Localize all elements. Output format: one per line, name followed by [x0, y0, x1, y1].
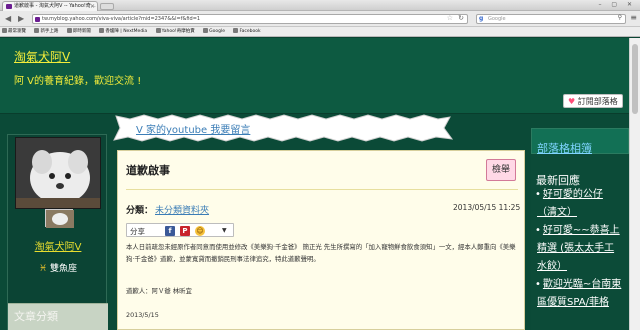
bookmark-icon	[34, 28, 40, 33]
latest-comments-list: • 好可愛的公仔 （清文） • 好可愛~~恭喜上 精選 (張太太手工 水餃） • 歡迎光臨~…	[531, 186, 629, 312]
report-button[interactable]: 檢舉	[486, 159, 516, 181]
post-body: 本人日前疏忽未經原作者同意而使用並修改《美樂狗‧千金爸》 簡正光 先生所撰寫的「…	[126, 243, 516, 263]
bookmark-item[interactable]: 香爐陣 | NextMedia	[99, 27, 147, 36]
yahoo-favicon-icon	[6, 4, 12, 9]
page-scrollbar[interactable]	[629, 38, 640, 330]
emoji-icon[interactable]: ☺	[195, 226, 205, 236]
close-tab-icon[interactable]: ×	[90, 2, 95, 11]
subscribe-button[interactable]: ♥ 訂閱部落格	[563, 94, 623, 108]
post-footer-date: 2013/5/15	[126, 311, 159, 319]
nickname-link[interactable]: 淘氣犬阿V	[8, 238, 108, 253]
bookmarks-toolbar: 最常瀏覽 新手上路 即時新聞 香爐陣 | NextMedia Yahoo!奇摩拍…	[0, 27, 640, 37]
list-item[interactable]: • 歡迎光臨~台南東 區優質SPA/菲格	[531, 276, 629, 312]
url-bar[interactable]: tw.myblog.yahoo.com/viva-viva/article?mi…	[32, 14, 468, 24]
bookmark-item[interactable]: 最常瀏覽	[2, 27, 26, 36]
youtube-banner[interactable]: V 家的youtube 我要留言	[110, 114, 455, 142]
post-date: 2013/05/15 11:25	[453, 203, 521, 212]
bookmark-item[interactable]: Facebook	[233, 27, 261, 36]
dog-photo-icon	[16, 138, 100, 208]
back-arrow-icon[interactable]: ◀	[5, 14, 11, 23]
reload-icon[interactable]: ↻	[458, 15, 464, 22]
blog-page: 淘氣犬阿V 阿 V的養育紀錄，歡迎交流 ! ♥ 訂閱部落格 V 家的youtub…	[0, 38, 629, 330]
bookmark-icon	[203, 28, 209, 33]
subscribe-label: 訂閱部落格	[577, 97, 618, 106]
category-label: 分類：	[126, 206, 154, 216]
blog-header: 淘氣犬阿V 阿 V的養育紀錄，歡迎交流 ! ♥ 訂閱部落格	[0, 38, 629, 114]
url-text: tw.myblog.yahoo.com/viva-viva/article?mi…	[42, 16, 201, 22]
navigation-toolbar: ◀ ▶ tw.myblog.yahoo.com/viva-viva/articl…	[0, 11, 640, 27]
browser-titlebar: 道歉啟事 - 淘氣犬阿V -- Yahoo!奇... × – ▢ ✕	[0, 0, 640, 11]
bookmark-icon	[99, 28, 105, 33]
bookmark-item[interactable]: 即時新聞	[66, 27, 91, 36]
post-title: 道歉啟事	[126, 164, 170, 177]
bookmark-icon	[66, 28, 72, 33]
divider	[126, 189, 518, 190]
zodiac-label: ♓ 雙魚座	[39, 264, 77, 274]
window-controls[interactable]: – ▢ ✕	[598, 1, 636, 8]
bookmark-item[interactable]: 新手上路	[34, 27, 58, 36]
bookmark-icon	[233, 28, 239, 33]
banner-link[interactable]: V 家的youtube 我要留言	[136, 121, 250, 136]
profile-thumbnail[interactable]	[45, 209, 74, 228]
album-link[interactable]: 部落格相簿	[531, 128, 629, 155]
site-identity-icon[interactable]	[35, 17, 40, 22]
bookmark-icon	[2, 28, 7, 33]
google-icon: g	[479, 15, 484, 22]
search-icon[interactable]: ⚲	[618, 14, 622, 22]
scrollbar-thumb[interactable]	[632, 44, 638, 114]
tab-title: 道歉啟事 - 淘氣犬阿V -- Yahoo!奇...	[14, 3, 96, 9]
menu-icon[interactable]: ≡	[630, 13, 637, 22]
pisces-icon: ♓	[39, 264, 48, 274]
blog-title-link[interactable]: 淘氣犬阿V	[14, 48, 70, 65]
right-sidebar: 部落格相簿 最新回應 • 好可愛的公仔 （清文） • 好可愛~~恭喜上 精選 (張太太手…	[531, 128, 629, 330]
bookmark-item[interactable]: Yahoo!奇摩拍賣	[155, 27, 195, 36]
share-label: 分享	[130, 227, 145, 236]
list-item[interactable]: • 好可愛~~恭喜上 精選 (張太太手工 水餃）	[531, 222, 629, 276]
share-widget[interactable]: 分享 f P ☺ ▼	[126, 223, 234, 237]
facebook-icon[interactable]: f	[165, 226, 175, 236]
forward-arrow-icon[interactable]: ▶	[18, 14, 24, 23]
blog-subtitle: 阿 V的養育紀錄，歡迎交流 !	[14, 76, 142, 87]
profile-photo[interactable]	[15, 137, 101, 209]
article-categories-heading: 文章分類	[8, 303, 108, 330]
bookmark-star-icon[interactable]: ☆	[447, 15, 453, 22]
post-signature: 道歉人：阿Ｖ爺 林昕宜	[126, 287, 192, 295]
list-item[interactable]: • 好可愛的公仔 （清文）	[531, 186, 629, 222]
left-sidebar: 淘氣犬阿V ♓ 雙魚座 文章分類	[7, 134, 108, 330]
search-box[interactable]: g Google ⚲	[476, 14, 626, 24]
dog-thumbnail-icon	[46, 210, 74, 228]
new-tab-button[interactable]	[100, 3, 114, 10]
browser-tab[interactable]: 道歉啟事 - 淘氣犬阿V -- Yahoo!奇... ×	[2, 1, 98, 11]
search-placeholder: Google	[488, 16, 506, 22]
plurk-icon[interactable]: P	[180, 226, 190, 236]
bookmark-icon	[155, 28, 161, 33]
bookmark-item[interactable]: Google	[203, 27, 225, 36]
heart-icon: ♥	[568, 97, 576, 106]
article-post: 道歉啟事 檢舉 分類： 未分類資料夾 2013/05/15 11:25 分享 f…	[117, 150, 525, 330]
category-link[interactable]: 未分類資料夾	[155, 203, 209, 216]
chevron-down-icon[interactable]: ▼	[222, 227, 227, 234]
